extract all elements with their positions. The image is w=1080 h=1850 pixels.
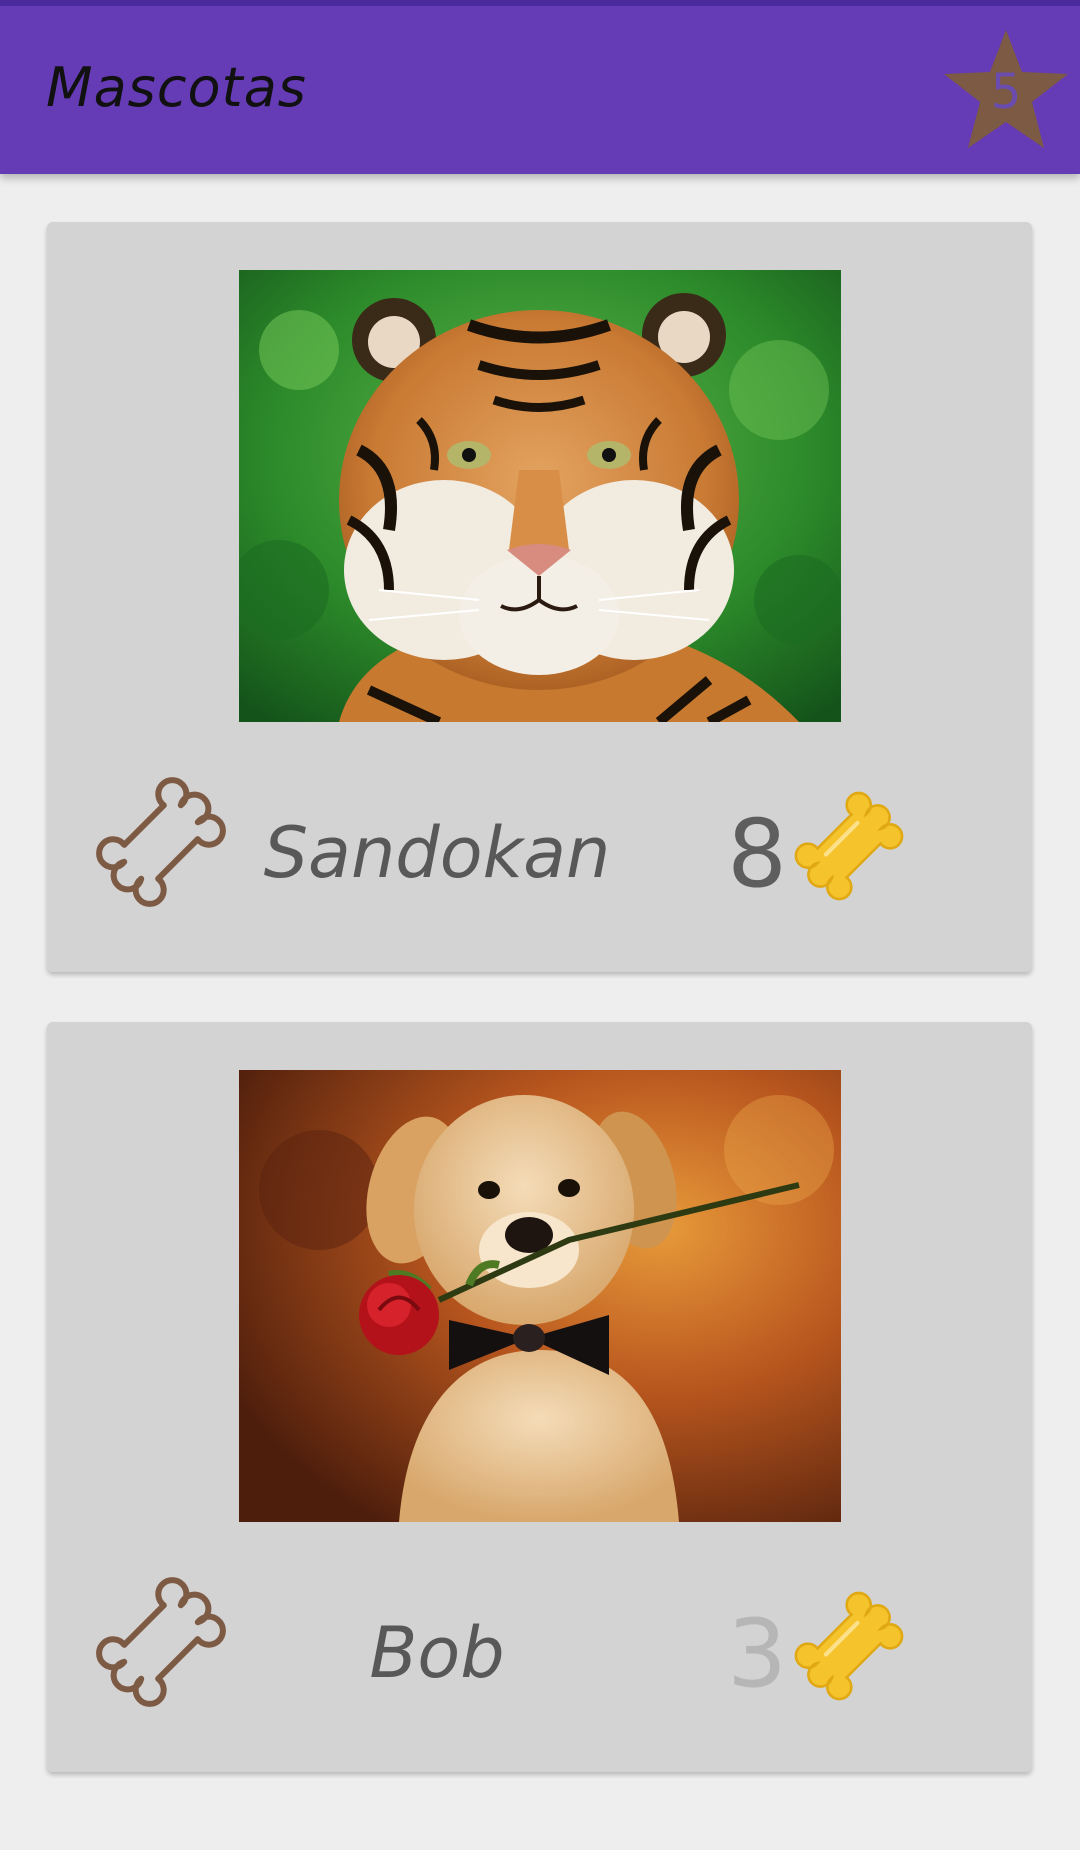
favorites-count: 5 (990, 64, 1022, 120)
like-button[interactable] (91, 1572, 231, 1712)
pet-card: Bob 3 (47, 1022, 1032, 1772)
puppy-with-rose-photo (239, 1070, 841, 1522)
pet-name: Bob (369, 1612, 505, 1694)
like-button[interactable] (91, 772, 231, 912)
bone-filled-icon (794, 1591, 904, 1701)
bone-outline-icon (96, 1577, 226, 1707)
bone-filled-icon (794, 791, 904, 901)
rating-count: 8 (727, 800, 787, 909)
rating-icon (789, 786, 909, 906)
status-strip (0, 0, 1080, 6)
tiger-photo (239, 270, 841, 722)
rating-icon (789, 1586, 909, 1706)
pet-photo-puppy (239, 1070, 841, 1522)
pet-card: Sandokan 8 (47, 222, 1032, 972)
pet-photo-tiger (239, 270, 841, 722)
pet-name: Sandokan (263, 812, 611, 894)
app-title: Mascotas (46, 56, 307, 119)
app-bar: Mascotas 5 (0, 0, 1080, 174)
bone-outline-icon (96, 777, 226, 907)
favorites-button[interactable]: 5 (940, 26, 1072, 152)
rating-count: 3 (727, 1600, 787, 1709)
